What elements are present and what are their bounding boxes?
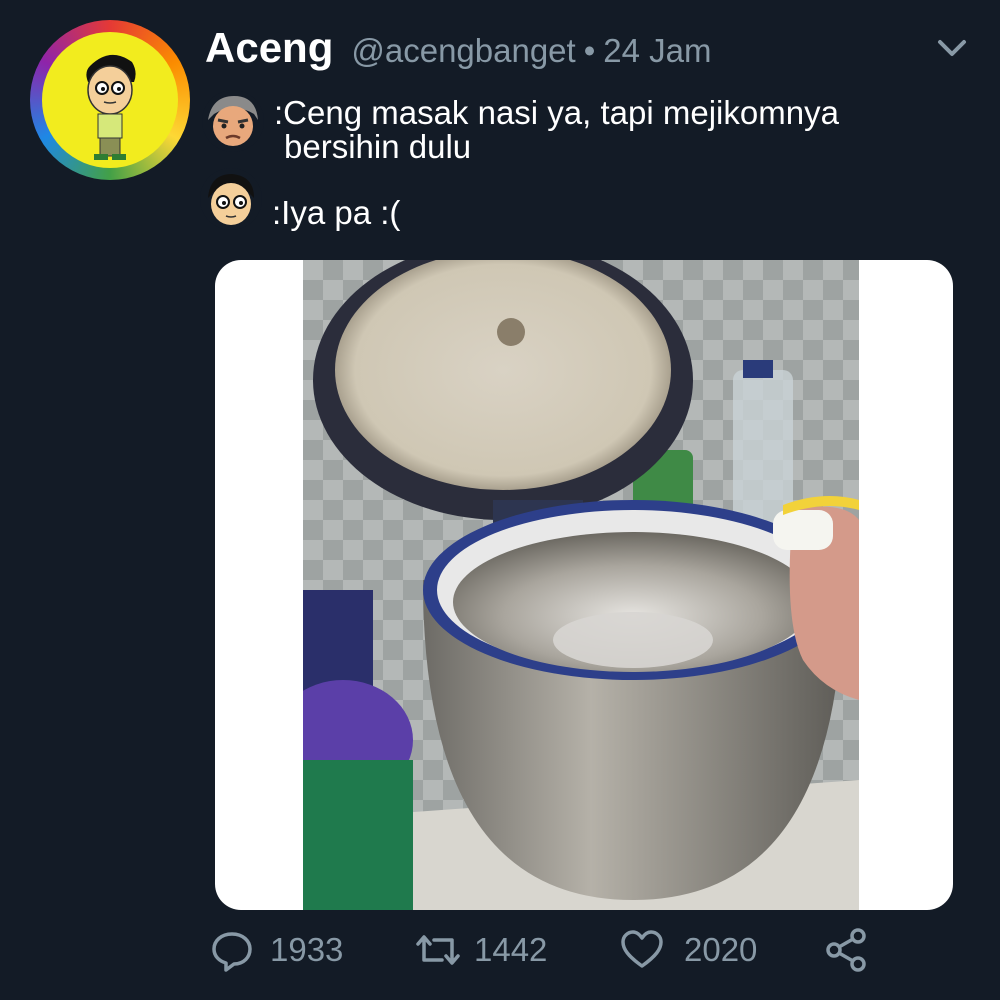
share-button[interactable] (822, 920, 870, 980)
dialogue-line-1: :Ceng masak nasi ya, tapi mejikomnya ber… (274, 96, 839, 164)
dialogue-line-1-text-a: :Ceng masak nasi ya, tapi mejikomnya (274, 94, 839, 131)
dialogue-line-1-text-b: bersihin dulu (284, 128, 472, 165)
reply-count: 1933 (270, 931, 344, 968)
tweet-media-card[interactable] (215, 260, 953, 910)
retweet-button[interactable]: 1442 (410, 920, 547, 980)
author-name[interactable]: Aceng (205, 24, 333, 72)
tweet-actions: 1933 1442 2020 (0, 920, 1000, 980)
father-avatar-icon (202, 90, 264, 152)
tweet-timestamp[interactable]: 24 Jam (603, 32, 711, 70)
retweet-icon (410, 926, 466, 974)
share-icon (822, 926, 870, 974)
cartoon-character-icon (42, 32, 178, 168)
tweet-header: Aceng @acengbanget • 24 Jam (205, 24, 712, 84)
rice-cooker-photo (303, 260, 859, 910)
profile-avatar[interactable] (30, 20, 190, 180)
author-handle[interactable]: @acengbanget (351, 32, 575, 70)
header-separator: • (583, 32, 596, 69)
like-button[interactable]: 2020 (618, 920, 757, 980)
like-count: 2020 (684, 931, 758, 968)
chevron-down-icon[interactable] (932, 34, 972, 62)
dialogue-line-2-text: :Iya pa :( (272, 194, 401, 231)
reply-button[interactable]: 1933 (208, 920, 343, 980)
heart-icon (618, 926, 666, 974)
aceng-avatar-icon (200, 168, 262, 230)
reply-icon (208, 926, 256, 974)
dialogue-line-2: :Iya pa :( (272, 196, 400, 230)
retweet-count: 1442 (474, 931, 548, 968)
